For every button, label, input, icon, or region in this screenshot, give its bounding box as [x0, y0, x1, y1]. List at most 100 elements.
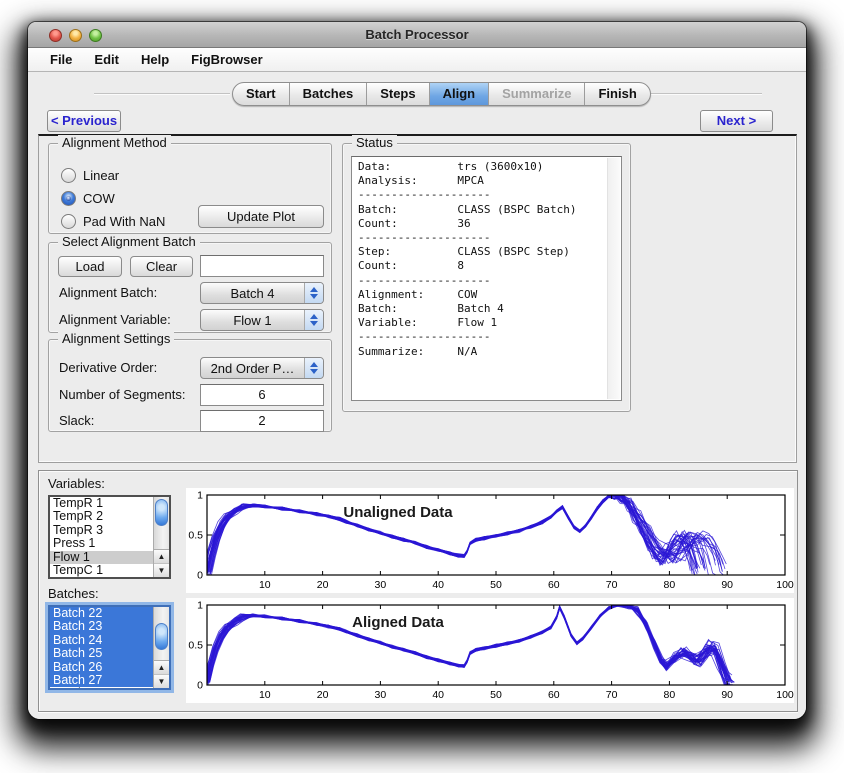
- y-tick-label: 0.5: [188, 640, 203, 652]
- status-text-area: Data: trs (3600x10)Analysis: MPCA-------…: [351, 156, 622, 401]
- x-tick-label: 50: [490, 579, 502, 591]
- stepper-arrows-icon: [304, 310, 323, 330]
- list-item[interactable]: Batch 24: [50, 634, 153, 647]
- x-tick-label: 30: [375, 689, 387, 701]
- tab-start[interactable]: Start: [233, 83, 290, 105]
- status-line: --------------------: [358, 274, 603, 288]
- menu-bar: File Edit Help FigBrowser: [28, 48, 806, 72]
- load-button[interactable]: Load: [58, 256, 122, 277]
- y-tick-label: 1: [197, 490, 203, 502]
- status-line: Count: 8: [358, 259, 603, 273]
- alignment-settings-title: Alignment Settings: [58, 331, 174, 346]
- scrollbar-thumb[interactable]: [155, 623, 168, 650]
- radio-option-linear[interactable]: Linear: [61, 166, 119, 184]
- list-item[interactable]: TempR 1: [50, 497, 153, 510]
- list-item[interactable]: Batch 28: [50, 687, 153, 688]
- x-tick-label: 100: [776, 689, 794, 701]
- list-item[interactable]: Press 1: [50, 537, 153, 550]
- x-tick-label: 90: [721, 689, 733, 701]
- x-tick-label: 80: [664, 579, 676, 591]
- x-tick-label: 50: [490, 689, 502, 701]
- radio-label: COW: [83, 191, 115, 206]
- menu-item-help[interactable]: Help: [141, 52, 169, 67]
- status-line: Summarize: N/A: [358, 345, 603, 359]
- menu-item-file[interactable]: File: [50, 52, 72, 67]
- menu-item-edit[interactable]: Edit: [94, 52, 119, 67]
- y-tick-label: 1: [197, 600, 203, 612]
- list-item[interactable]: Batch 27: [50, 674, 153, 687]
- x-tick-label: 10: [259, 579, 271, 591]
- select-alignment-batch-group: Select Alignment Batch Load Clear Alignm…: [48, 242, 332, 333]
- menu-item-figbrowser[interactable]: FigBrowser: [191, 52, 263, 67]
- variables-listbox[interactable]: TempR 1TempR 2TempR 3Press 1Flow 1TempC …: [48, 495, 171, 579]
- radio-button-icon[interactable]: [61, 168, 76, 183]
- window-title: Batch Processor: [28, 27, 806, 42]
- next-button[interactable]: Next >: [700, 110, 773, 132]
- stepper-arrows-icon: [304, 283, 323, 303]
- radio-option-cow[interactable]: COW: [61, 189, 115, 207]
- previous-button[interactable]: < Previous: [47, 110, 121, 132]
- wizard-tab-strip: StartBatchesStepsAlignSummarizeFinish: [232, 82, 651, 106]
- list-item[interactable]: Batch 25: [50, 647, 153, 660]
- title-bar[interactable]: Batch Processor: [28, 22, 806, 48]
- status-line: Variable: Flow 1: [358, 316, 603, 330]
- variables-label: Variables:: [48, 476, 105, 491]
- alignment-variable-label: Alignment Variable:: [59, 312, 171, 327]
- chart-title: Unaligned Data: [343, 504, 453, 521]
- x-tick-label: 10: [259, 689, 271, 701]
- x-tick-label: 20: [317, 689, 329, 701]
- list-item[interactable]: TempR 3: [50, 524, 153, 537]
- list-item[interactable]: Flow 1: [50, 551, 153, 564]
- alignment-batch-value: Batch 4: [201, 286, 304, 301]
- update-plot-button[interactable]: Update Plot: [198, 205, 324, 228]
- y-tick-label: 0: [197, 680, 203, 692]
- tab-steps[interactable]: Steps: [367, 83, 429, 105]
- clear-button[interactable]: Clear: [130, 256, 193, 277]
- x-tick-label: 40: [432, 689, 444, 701]
- status-line: Count: 36: [358, 217, 603, 231]
- tab-finish[interactable]: Finish: [585, 83, 649, 105]
- derivative-order-popup[interactable]: 2nd Order P…: [200, 357, 324, 379]
- batches-label: Batches:: [48, 586, 99, 601]
- batches-scrollbar[interactable]: ▲ ▼: [153, 607, 169, 688]
- radio-button-icon[interactable]: [61, 214, 76, 229]
- status-line: --------------------: [358, 231, 603, 245]
- alignment-variable-popup[interactable]: Flow 1: [200, 309, 324, 331]
- batch-file-field[interactable]: [200, 255, 324, 277]
- x-tick-label: 70: [606, 579, 618, 591]
- status-scrollbar[interactable]: [607, 158, 620, 399]
- scrollbar-thumb[interactable]: [155, 499, 168, 526]
- status-group: Status Data: trs (3600x10)Analysis: MPCA…: [342, 143, 631, 412]
- scroll-up-icon[interactable]: ▲: [154, 550, 169, 564]
- status-title: Status: [352, 135, 397, 150]
- alignment-batch-popup[interactable]: Batch 4: [200, 282, 324, 304]
- radio-option-pad-with-nan[interactable]: Pad With NaN: [61, 212, 165, 230]
- scroll-up-icon[interactable]: ▲: [154, 661, 169, 675]
- chart-title: Aligned Data: [352, 614, 444, 631]
- slack-label: Slack:: [59, 413, 94, 428]
- status-line: Data: trs (3600x10): [358, 160, 603, 174]
- status-line: Step: CLASS (BSPC Step): [358, 245, 603, 259]
- batches-listbox[interactable]: Batch 22Batch 23Batch 24Batch 25Batch 26…: [48, 605, 171, 690]
- scroll-down-icon[interactable]: ▼: [154, 564, 169, 578]
- status-line: Batch: CLASS (BSPC Batch): [358, 203, 603, 217]
- radio-button-icon[interactable]: [61, 191, 76, 206]
- segments-field[interactable]: 6: [200, 384, 324, 406]
- list-item[interactable]: TempR 2: [50, 510, 153, 523]
- segments-label: Number of Segments:: [59, 387, 185, 402]
- status-line: --------------------: [358, 330, 603, 344]
- x-tick-label: 90: [721, 579, 733, 591]
- list-item[interactable]: Batch 23: [50, 620, 153, 633]
- alignment-settings-group: Alignment Settings Derivative Order: 2nd…: [48, 339, 332, 432]
- radio-label: Linear: [83, 168, 119, 183]
- x-tick-label: 20: [317, 579, 329, 591]
- scroll-down-icon[interactable]: ▼: [154, 675, 169, 689]
- tab-align[interactable]: Align: [430, 83, 490, 105]
- list-item[interactable]: Batch 22: [50, 607, 153, 620]
- plots-panel: Variables: TempR 1TempR 2TempR 3Press 1F…: [38, 470, 798, 712]
- list-item[interactable]: TempC 1: [50, 564, 153, 577]
- variables-scrollbar[interactable]: ▲ ▼: [153, 497, 169, 577]
- tab-batches[interactable]: Batches: [290, 83, 368, 105]
- list-item[interactable]: Batch 26: [50, 661, 153, 674]
- slack-field[interactable]: 2: [200, 410, 324, 432]
